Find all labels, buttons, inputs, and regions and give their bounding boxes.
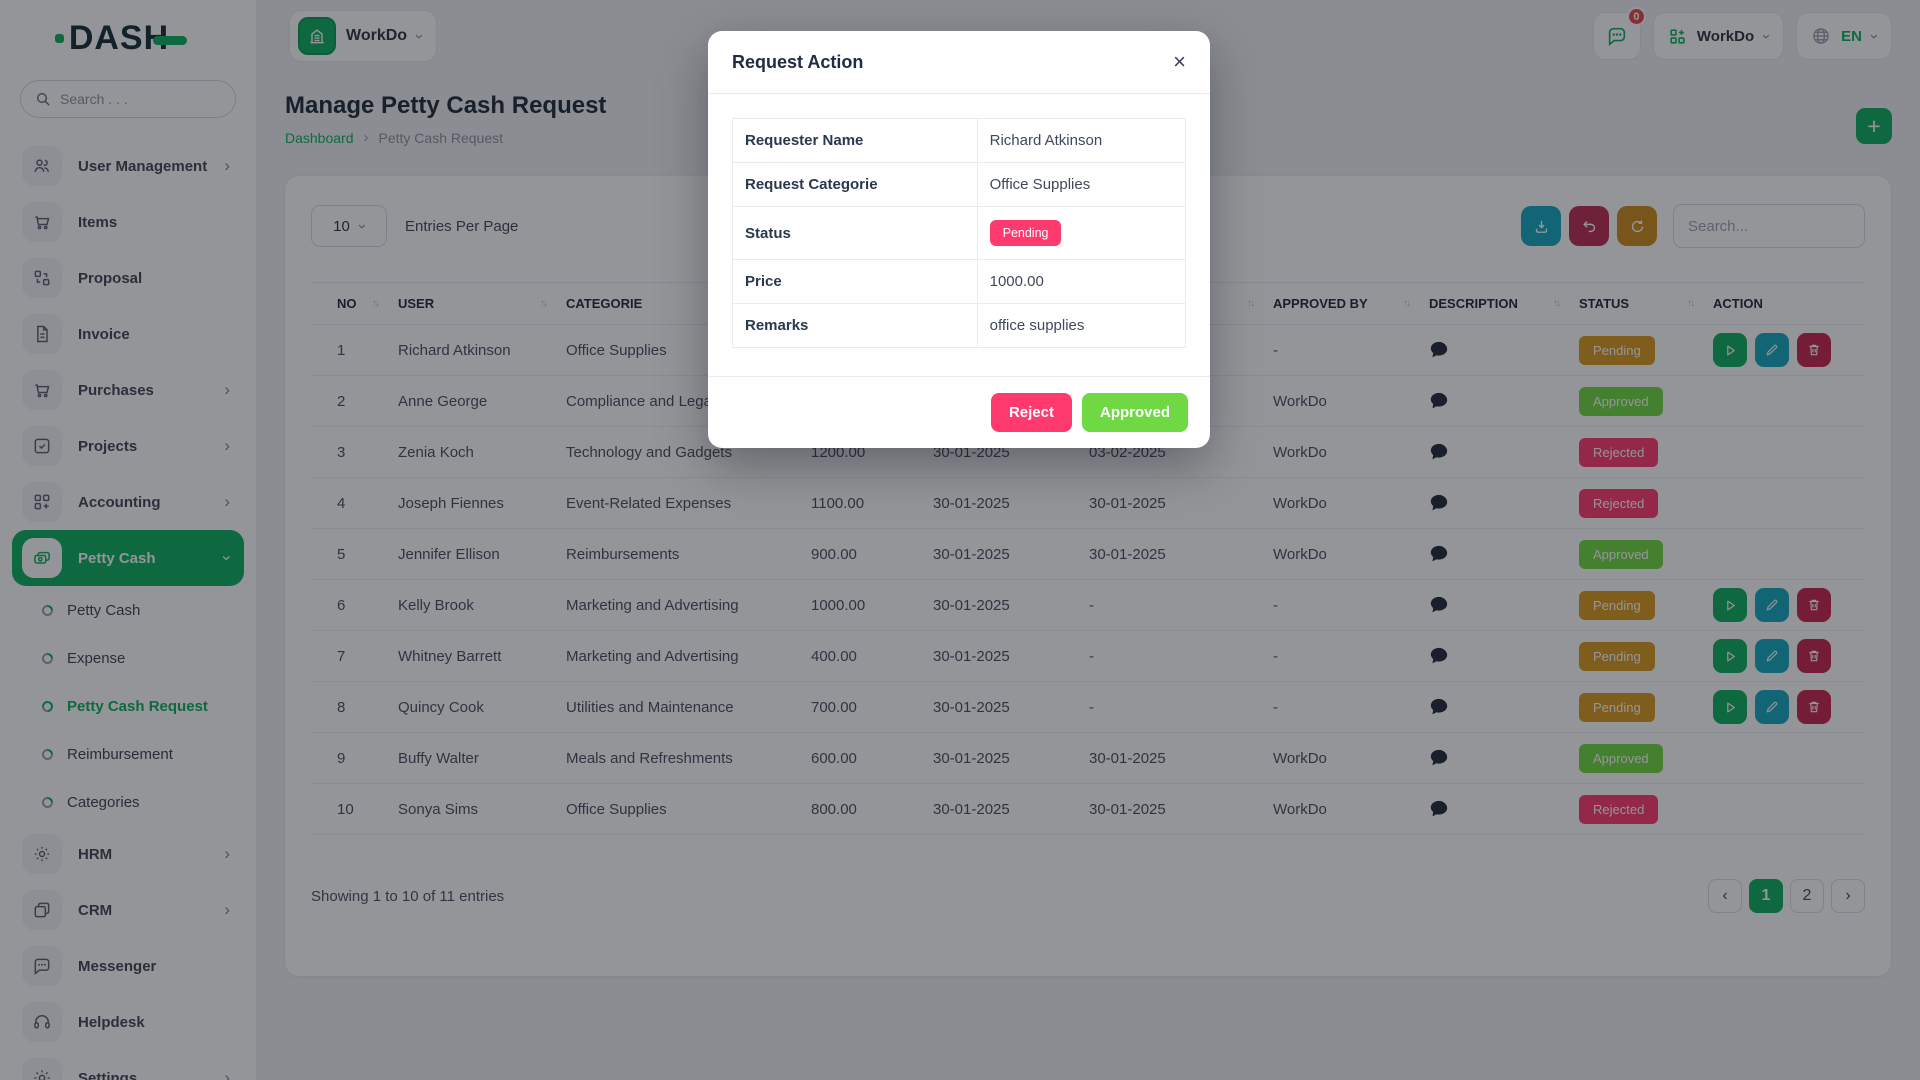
- requester-name-value: Richard Atkinson: [977, 119, 1185, 163]
- reject-button[interactable]: Reject: [991, 393, 1072, 432]
- table-row: Request Categorie Office Supplies: [733, 163, 1186, 207]
- table-row: Requester Name Richard Atkinson: [733, 119, 1186, 163]
- modal-title: Request Action: [732, 52, 863, 73]
- remarks-value: office supplies: [977, 304, 1185, 348]
- close-icon[interactable]: ×: [1173, 51, 1186, 73]
- price-value: 1000.00: [977, 260, 1185, 304]
- request-details-table: Requester Name Richard Atkinson Request …: [732, 118, 1186, 348]
- status-badge: Pending: [990, 220, 1062, 246]
- table-row: Status Pending: [733, 207, 1186, 260]
- request-action-modal: Request Action × Requester Name Richard …: [708, 31, 1210, 448]
- table-row: Price 1000.00: [733, 260, 1186, 304]
- approve-button[interactable]: Approved: [1082, 393, 1188, 432]
- table-row: Remarks office supplies: [733, 304, 1186, 348]
- request-categorie-value: Office Supplies: [977, 163, 1185, 207]
